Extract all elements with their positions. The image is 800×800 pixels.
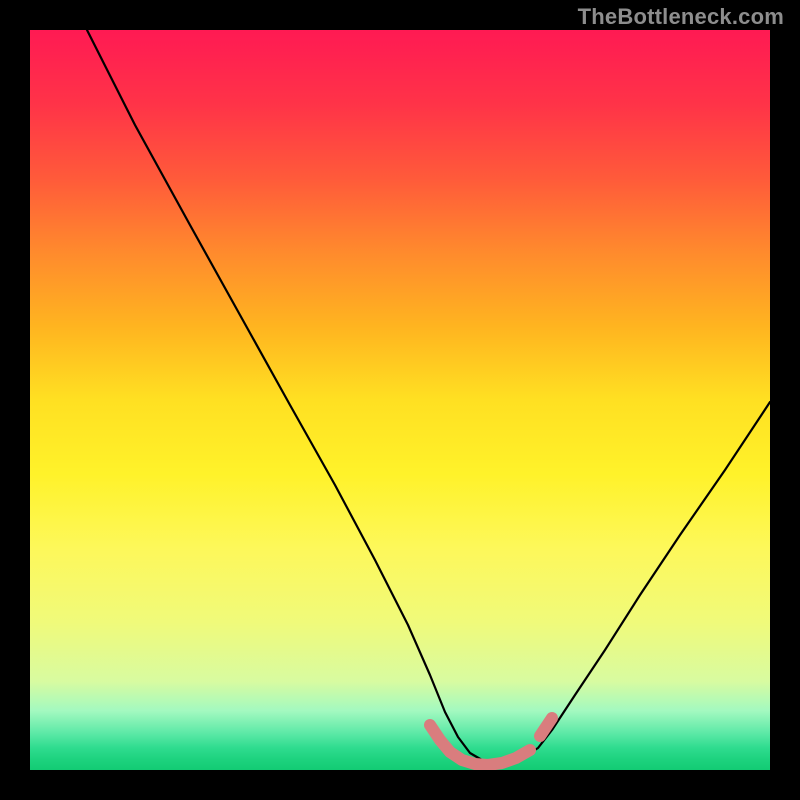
optimal-range-highlight: [430, 718, 552, 765]
line-svg: [30, 30, 770, 770]
bottleneck-curve: [87, 30, 770, 763]
chart-frame: TheBottleneck.com: [0, 0, 800, 800]
plot-area: [30, 30, 770, 770]
watermark-text: TheBottleneck.com: [578, 4, 784, 30]
